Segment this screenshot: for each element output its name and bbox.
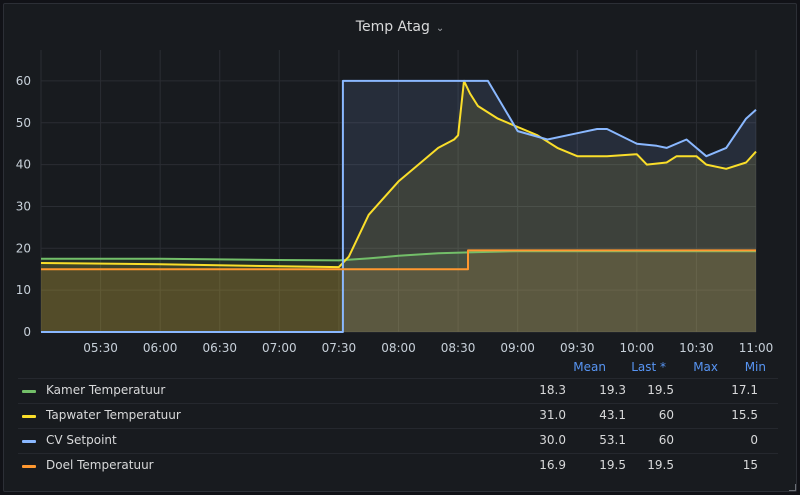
legend-swatch [22, 415, 36, 418]
x-tick-label: 05:30 [83, 341, 118, 355]
y-tick-label: 30 [16, 199, 31, 213]
legend-series-name: CV Setpoint [46, 433, 117, 447]
legend-swatch [22, 440, 36, 443]
legend-mean-value: 16.9 [539, 458, 566, 472]
legend-max-value: 60 [658, 433, 674, 447]
legend-min-value: 15.5 [731, 408, 758, 422]
legend-mean-value: 18.3 [539, 383, 566, 397]
legend-swatch [22, 465, 36, 468]
legend-header-last[interactable]: Last * [618, 360, 666, 374]
x-tick-label: 08:00 [381, 341, 416, 355]
legend-row-cv-setpoint[interactable]: CV Setpoint 30.0 53.1 60 0 [18, 428, 778, 452]
x-tick-label: 08:30 [441, 341, 476, 355]
x-axis: 05:30 06:00 06:30 07:00 07:30 08:00 08:30 09:00… [83, 341, 773, 355]
y-tick-label: 50 [16, 116, 31, 130]
y-tick-label: 20 [16, 241, 31, 255]
legend-min-value: 15 [742, 458, 758, 472]
legend-max-value: 19.5 [647, 458, 674, 472]
legend-min-value: 0 [750, 433, 758, 447]
legend-header-min[interactable]: Min [726, 360, 766, 374]
legend-mean-value: 31.0 [539, 408, 566, 422]
x-tick-label: 07:30 [322, 341, 357, 355]
legend-mean-value: 30.0 [539, 433, 566, 447]
legend-header-max[interactable]: Max [676, 360, 718, 374]
x-tick-label: 10:30 [679, 341, 714, 355]
x-tick-label: 11:00 [739, 341, 774, 355]
legend-row-doel[interactable]: Doel Temperatuur 16.9 19.5 19.5 15 [18, 453, 778, 477]
x-tick-label: 06:30 [202, 341, 237, 355]
legend-min-value: 17.1 [731, 383, 758, 397]
x-tick-label: 09:30 [560, 341, 595, 355]
y-tick-label: 40 [16, 158, 31, 172]
y-tick-label: 60 [16, 74, 31, 88]
legend-max-value: 19.5 [647, 383, 674, 397]
resize-handle[interactable] [789, 484, 796, 491]
x-tick-label: 10:00 [620, 341, 655, 355]
legend-row-tapwater[interactable]: Tapwater Temperatuur 31.0 43.1 60 15.5 [18, 403, 778, 427]
chart-svg: 0102030405060 05:30 06:00 06:30 07:00 07:30 0… [16, 50, 773, 355]
x-tick-label: 09:00 [500, 341, 535, 355]
legend-swatch [22, 390, 36, 393]
y-tick-label: 10 [16, 283, 31, 297]
legend-header-mean[interactable]: Mean [560, 360, 606, 374]
x-tick-label: 06:00 [143, 341, 178, 355]
legend-max-value: 60 [658, 408, 674, 422]
legend-series-name: Tapwater Temperatuur [46, 408, 181, 422]
x-tick-label: 07:00 [262, 341, 297, 355]
legend-row-kamer[interactable]: Kamer Temperatuur 18.3 19.3 19.5 17.1 [18, 378, 778, 402]
legend-series-name: Kamer Temperatuur [46, 383, 166, 397]
y-axis: 0 10 20 30 40 50 60 [16, 74, 31, 339]
y-tick-label: 0 [23, 325, 31, 339]
legend-series-name: Doel Temperatuur [46, 458, 154, 472]
